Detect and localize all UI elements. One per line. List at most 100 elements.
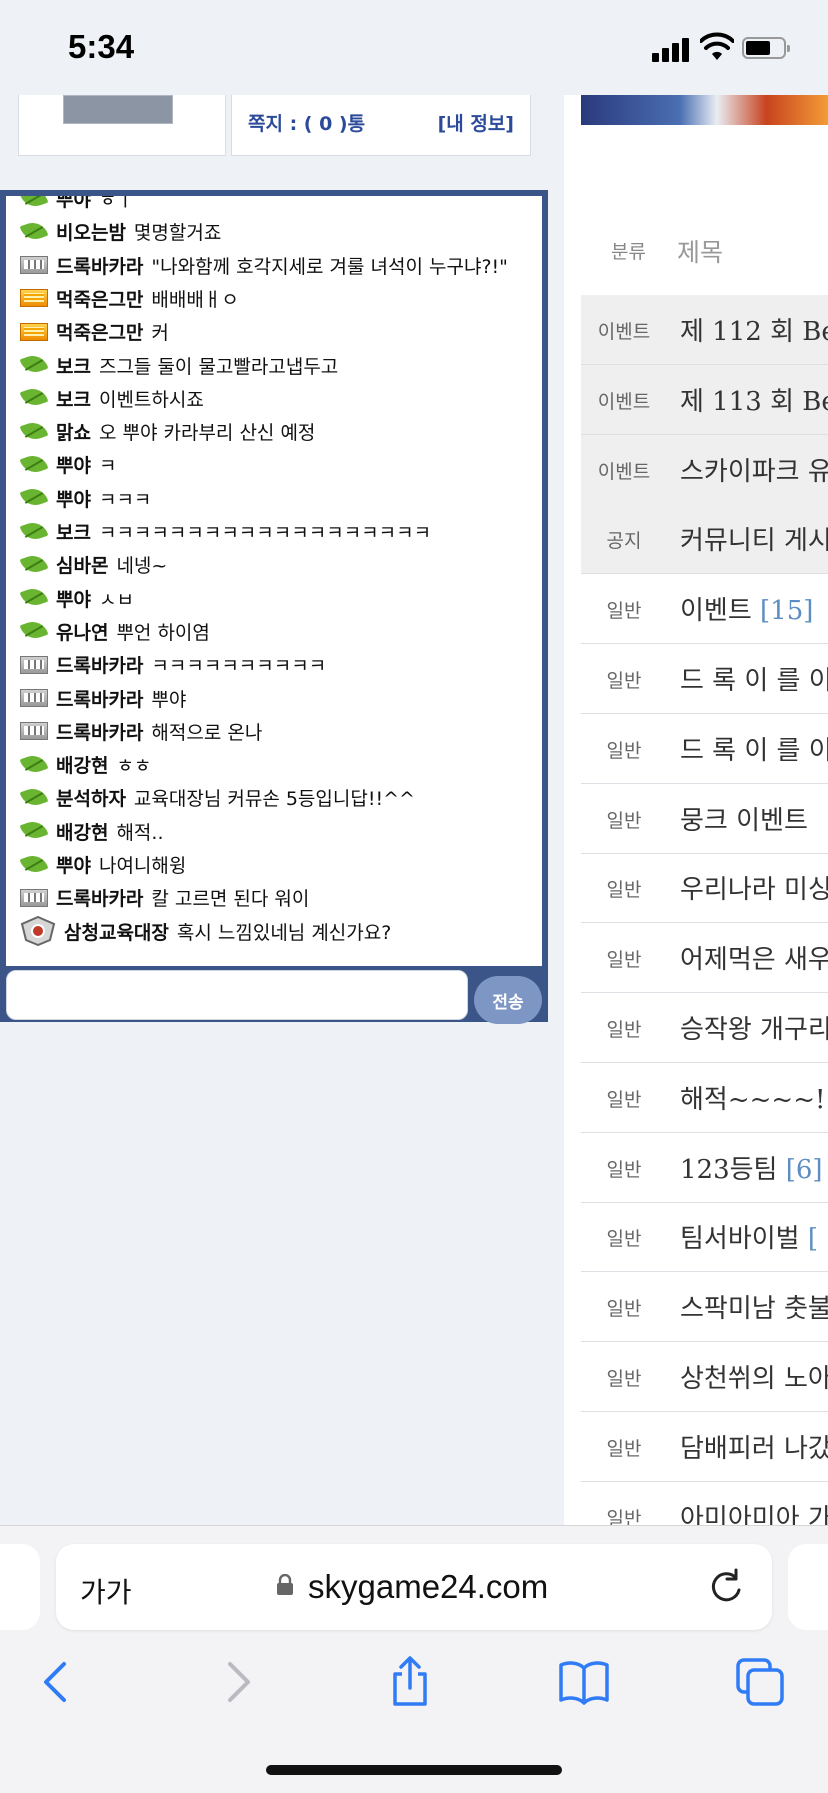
- row-category: 일반: [606, 1088, 642, 1111]
- row-category: 일반: [606, 670, 642, 692]
- row-title[interactable]: 팀서바이벌 [: [680, 1218, 818, 1255]
- left-panel: 쪽지 : ( 0 )통 [내 정보] 뿌야 ㅎㅣ 비오는밤 몇명할거죠 드록바카라 "나와…: [0, 95, 548, 1525]
- chat-nickname[interactable]: 먹죽은그만: [56, 285, 143, 312]
- chat-nickname[interactable]: 드록바카라: [56, 685, 143, 712]
- row-title[interactable]: 이벤트 [15]: [680, 590, 813, 627]
- chat-message: 분석하자 교육대장님 커뮤손 5등입니답!!^^: [20, 781, 415, 814]
- row-title[interactable]: 어제먹은 새우: [680, 939, 828, 976]
- chat-message: 배강현 해적..: [20, 815, 164, 848]
- chat-nickname[interactable]: 보크: [56, 518, 91, 545]
- banner-image[interactable]: [581, 95, 828, 125]
- row-title[interactable]: 드 록 이 를 이: [680, 660, 828, 697]
- board-row[interactable]: 일반 해적~~~~!!: [581, 1063, 828, 1133]
- row-category: 일반: [606, 879, 642, 902]
- address-bar[interactable]: 가가 skygame24.com: [56, 1544, 772, 1630]
- row-title[interactable]: 승작왕 개구리: [680, 1009, 828, 1046]
- chat-nickname[interactable]: 배강현: [56, 751, 108, 778]
- board-row[interactable]: 이벤트 스카이파크 유: [581, 434, 828, 505]
- board-row[interactable]: 일반 드 록 이 를 이: [581, 644, 828, 714]
- row-title-text: 스카이파크 유: [680, 456, 828, 487]
- chat-nickname[interactable]: 드록바카라: [56, 718, 143, 745]
- chat-nickname[interactable]: 드록바카라: [56, 884, 143, 911]
- reload-icon[interactable]: [706, 1566, 746, 1606]
- next-tab-pill[interactable]: [788, 1544, 828, 1630]
- chat-message: 유나연 뿌언 하이염: [20, 615, 210, 648]
- forward-icon[interactable]: [208, 1654, 264, 1710]
- row-title[interactable]: 스팍미남 춧불: [680, 1288, 828, 1325]
- share-icon[interactable]: [382, 1654, 438, 1710]
- chat-text: 나여니해윙: [98, 855, 187, 877]
- row-title[interactable]: 드 록 이 를 이: [680, 730, 828, 767]
- board-row[interactable]: 일반 스팍미남 춧불: [581, 1272, 828, 1343]
- board-row[interactable]: 일반 승작왕 개구리: [581, 993, 828, 1063]
- leaf-badge-icon: [20, 420, 48, 444]
- row-title[interactable]: 상천쒸의 노아: [680, 1358, 828, 1395]
- chat-nickname[interactable]: 삼청교육대장: [64, 918, 169, 945]
- chat-nickname[interactable]: 보크: [56, 352, 91, 379]
- row-title[interactable]: 커뮤니티 게시: [680, 520, 828, 557]
- leaf-badge-icon: [20, 786, 48, 810]
- row-title[interactable]: 우리나라 미싱: [680, 869, 828, 906]
- leaf-badge-icon: [20, 853, 48, 877]
- avatar[interactable]: [63, 95, 173, 124]
- chat-panel: 뿌야 ㅎㅣ 비오는밤 몇명할거죠 드록바카라 "나와함께 호각지세로 겨룰 녀석이 누구냐…: [0, 190, 548, 1024]
- board-row[interactable]: 일반 상천쒸의 노아: [581, 1342, 828, 1412]
- row-title[interactable]: 제 112 회 Be: [680, 311, 828, 348]
- leaf-badge-icon: [20, 553, 48, 577]
- board-row[interactable]: 이벤트 제 112 회 Be: [581, 295, 828, 365]
- chat-text: 뿌야: [151, 688, 187, 711]
- leaf-badge-icon: [20, 753, 48, 777]
- chat-input[interactable]: [6, 970, 468, 1020]
- board-row[interactable]: 일반 팀서바이벌 [: [581, 1202, 828, 1273]
- my-info-link[interactable]: [내 정보]: [438, 109, 514, 136]
- chat-nickname[interactable]: 먹죽은그만: [56, 318, 143, 345]
- chat-nickname[interactable]: 드록바카라: [56, 651, 143, 678]
- tabs-icon[interactable]: [732, 1654, 788, 1710]
- row-title-text: 드 록 이 를 이: [680, 666, 828, 696]
- row-title[interactable]: 해적~~~~!!: [680, 1079, 828, 1116]
- silver-badge-icon: [20, 256, 48, 275]
- chat-message-list[interactable]: 뿌야 ㅎㅣ 비오는밤 몇명할거죠 드록바카라 "나와함께 호각지세로 겨룰 녀석이 누구냐…: [6, 196, 542, 966]
- row-title[interactable]: 제 113 회 Be: [680, 381, 828, 418]
- board-row[interactable]: 일반 담배피러 나갔: [581, 1412, 828, 1482]
- board-row[interactable]: 일반 이벤트 [15]: [581, 574, 828, 645]
- row-title[interactable]: 아미아미아 가: [680, 1498, 828, 1525]
- chat-nickname[interactable]: 뿌야: [56, 196, 91, 212]
- text-size-button[interactable]: 가가: [80, 1571, 132, 1611]
- board-row[interactable]: 일반 드 록 이 를 이: [581, 714, 828, 784]
- chat-text: 이벤트하시죠: [98, 388, 204, 411]
- row-title[interactable]: 담배피러 나갔: [680, 1428, 828, 1465]
- chat-nickname[interactable]: 뿌야: [56, 585, 91, 612]
- chat-nickname[interactable]: 드록바카라: [56, 252, 143, 279]
- chat-nickname[interactable]: 분석하자: [56, 784, 126, 811]
- chat-nickname[interactable]: 배강현: [56, 818, 108, 845]
- row-title[interactable]: 123등팀 [6]: [680, 1149, 823, 1186]
- row-category: 일반: [606, 1368, 642, 1390]
- messages-link[interactable]: 쪽지 : ( 0 )통: [248, 109, 365, 136]
- chat-text: 몇명할거죠: [133, 222, 222, 245]
- row-title-text: 제 112 회 Be: [680, 317, 828, 347]
- chat-message: 드록바카라 칼 고르면 된다 워이: [20, 881, 309, 914]
- chat-nickname[interactable]: 뿌야: [56, 451, 91, 478]
- board-row[interactable]: 일반 아미아미아 가: [581, 1482, 828, 1525]
- chat-nickname[interactable]: 비오는밤: [56, 218, 126, 245]
- board-row[interactable]: 이벤트 제 113 회 Be: [581, 364, 828, 435]
- row-title[interactable]: 스카이파크 유: [680, 451, 828, 488]
- board-row[interactable]: 일반 뭉크 이벤트: [581, 784, 828, 854]
- chat-nickname[interactable]: 심바몬: [56, 551, 108, 578]
- send-button[interactable]: 전송: [474, 976, 542, 1024]
- previous-tab-pill[interactable]: [0, 1544, 40, 1630]
- row-title[interactable]: 뭉크 이벤트: [680, 800, 808, 837]
- board-row[interactable]: 일반 어제먹은 새우: [581, 923, 828, 994]
- chat-nickname[interactable]: 맑쇼: [56, 418, 91, 445]
- board-row[interactable]: 일반 123등팀 [6]: [581, 1133, 828, 1203]
- bookmarks-icon[interactable]: [556, 1654, 612, 1710]
- chat-nickname[interactable]: 유나연: [56, 618, 108, 645]
- back-icon[interactable]: [30, 1654, 86, 1710]
- board-row[interactable]: 일반 우리나라 미싱: [581, 853, 828, 924]
- row-category: 일반: [606, 1019, 642, 1041]
- board-row[interactable]: 공지 커뮤니티 게시: [581, 504, 828, 575]
- chat-nickname[interactable]: 보크: [56, 385, 91, 412]
- chat-nickname[interactable]: 뿌야: [56, 485, 91, 512]
- chat-nickname[interactable]: 뿌야: [56, 851, 91, 878]
